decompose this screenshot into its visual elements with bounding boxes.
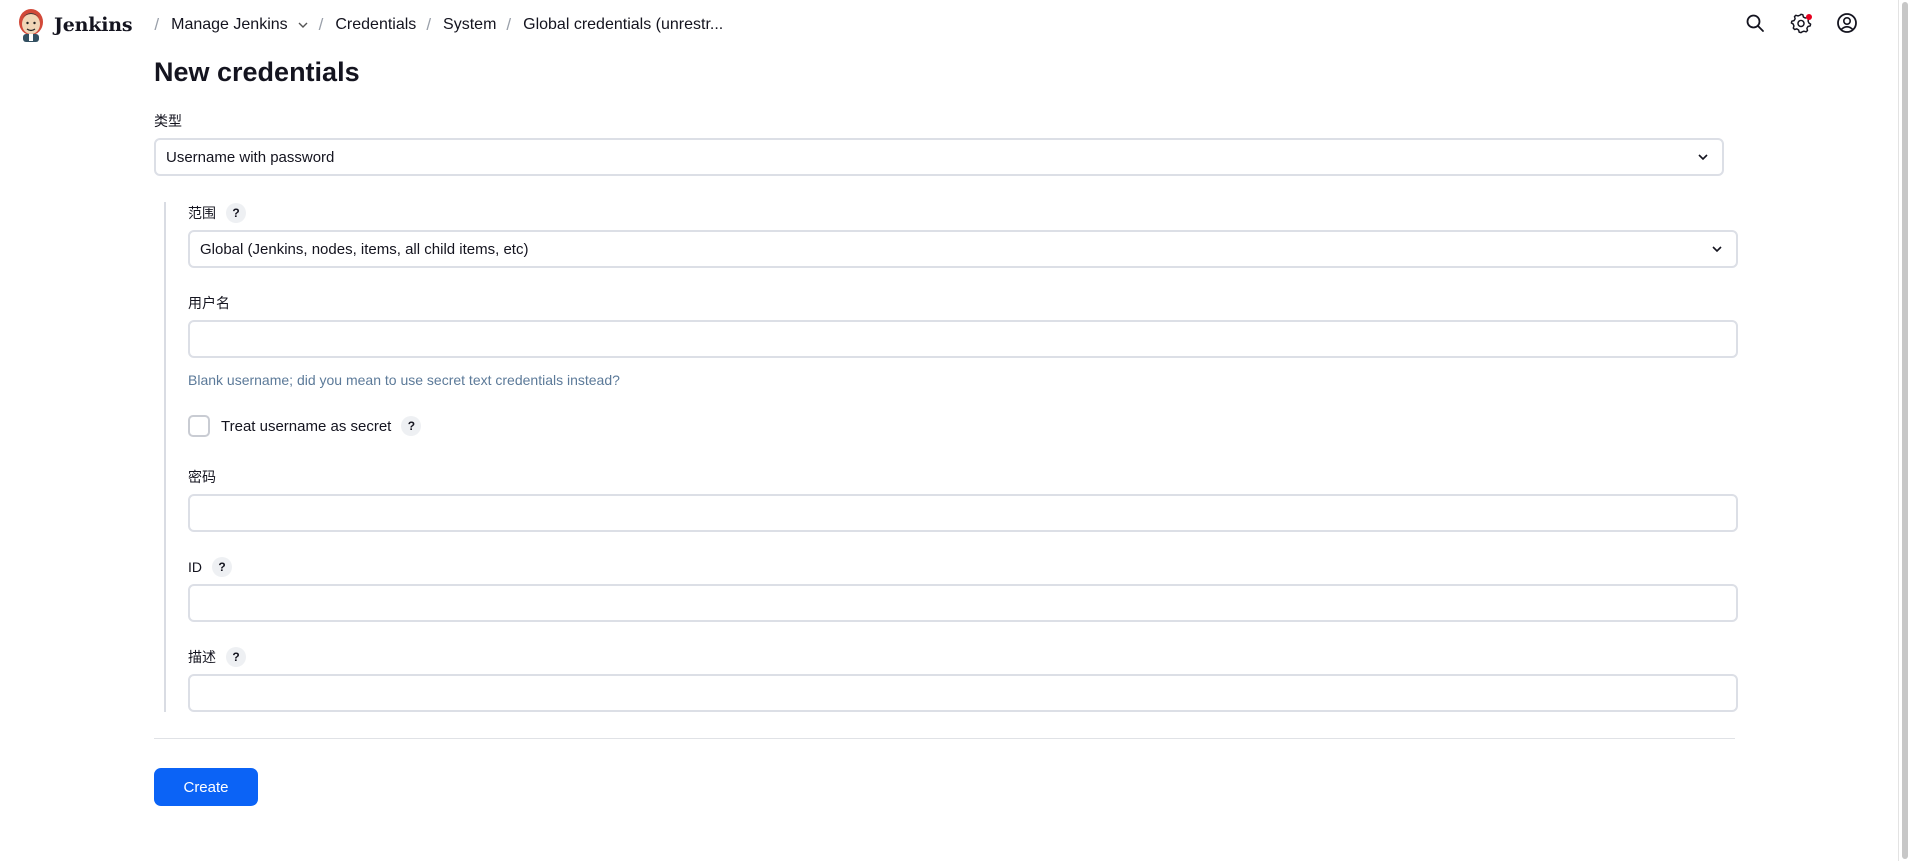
password-label-text: 密码 bbox=[188, 469, 216, 485]
description-label-text: 描述 bbox=[188, 649, 216, 665]
password-field: 密码 bbox=[188, 466, 1738, 532]
password-input[interactable] bbox=[188, 494, 1738, 532]
scope-label: 范围 ? bbox=[188, 202, 1738, 224]
id-input[interactable] bbox=[188, 584, 1738, 622]
breadcrumb-separator: / bbox=[154, 15, 160, 34]
kind-label: 类型 bbox=[154, 110, 1734, 132]
search-button[interactable] bbox=[1732, 2, 1778, 48]
header-actions bbox=[1732, 0, 1870, 50]
user-account-icon bbox=[1836, 12, 1858, 39]
password-label: 密码 bbox=[188, 466, 1738, 488]
username-field: 用户名 Blank username; did you mean to use … bbox=[188, 292, 1738, 388]
scope-select[interactable]: Global (Jenkins, nodes, items, all child… bbox=[188, 230, 1738, 268]
jenkins-logo-icon bbox=[16, 6, 46, 44]
form-divider bbox=[154, 738, 1735, 739]
top-header: Jenkins / Manage Jenkins / Credentials /… bbox=[0, 0, 1898, 50]
treat-username-secret-checkbox[interactable] bbox=[188, 415, 210, 437]
main-content: New credentials 类型 Username with passwor… bbox=[154, 52, 1738, 806]
username-input[interactable] bbox=[188, 320, 1738, 358]
description-field: 描述 ? bbox=[188, 646, 1738, 712]
scope-field: 范围 ? Global (Jenkins, nodes, items, all … bbox=[188, 202, 1738, 268]
treat-username-secret-label[interactable]: Treat username as secret bbox=[221, 418, 391, 435]
id-help-button[interactable]: ? bbox=[212, 557, 232, 577]
treat-username-secret-help-button[interactable]: ? bbox=[401, 416, 422, 436]
description-input[interactable] bbox=[188, 674, 1738, 712]
username-label: 用户名 bbox=[188, 292, 1738, 314]
user-account-button[interactable] bbox=[1824, 2, 1870, 48]
kind-field: 类型 Username with password bbox=[154, 110, 1734, 176]
credential-details-section: 范围 ? Global (Jenkins, nodes, items, all … bbox=[164, 202, 1738, 712]
kind-select[interactable]: Username with password bbox=[154, 138, 1724, 176]
id-label-text: ID bbox=[188, 559, 202, 575]
description-help-button[interactable]: ? bbox=[226, 647, 246, 667]
chevron-down-icon bbox=[1710, 242, 1724, 256]
search-icon bbox=[1745, 13, 1765, 38]
breadcrumb-global-credentials[interactable]: Global credentials (unrestr... bbox=[523, 16, 723, 34]
breadcrumb-separator: / bbox=[506, 15, 512, 34]
id-label: ID ? bbox=[188, 556, 1738, 578]
breadcrumb: / Manage Jenkins / Credentials / System … bbox=[144, 15, 723, 35]
scope-label-text: 范围 bbox=[188, 205, 216, 221]
chevron-down-icon bbox=[1696, 150, 1710, 164]
breadcrumb-manage-jenkins[interactable]: Manage Jenkins bbox=[171, 16, 309, 34]
username-label-text: 用户名 bbox=[188, 295, 230, 311]
breadcrumb-system[interactable]: System bbox=[443, 16, 496, 34]
create-button[interactable]: Create bbox=[154, 768, 258, 806]
kind-select-value: Username with password bbox=[166, 148, 335, 166]
username-hint: Blank username; did you mean to use secr… bbox=[188, 372, 620, 388]
id-field: ID ? bbox=[188, 556, 1738, 622]
page-title: New credentials bbox=[154, 57, 360, 87]
page-scrollbar[interactable] bbox=[1898, 0, 1911, 861]
description-label: 描述 ? bbox=[188, 646, 1738, 668]
breadcrumb-separator: / bbox=[426, 15, 432, 34]
kind-label-text: 类型 bbox=[154, 113, 182, 129]
jenkins-home-link[interactable]: Jenkins bbox=[16, 6, 133, 44]
scope-help-button[interactable]: ? bbox=[226, 203, 246, 223]
breadcrumb-label: Manage Jenkins bbox=[171, 16, 288, 33]
manage-jenkins-button[interactable] bbox=[1778, 2, 1824, 48]
brand-name: Jenkins bbox=[54, 14, 133, 36]
treat-username-secret-row: Treat username as secret ? bbox=[188, 414, 1738, 438]
breadcrumb-separator: / bbox=[318, 15, 324, 34]
chevron-down-icon[interactable] bbox=[297, 19, 309, 31]
scrollbar-thumb[interactable] bbox=[1902, 2, 1908, 859]
breadcrumb-credentials[interactable]: Credentials bbox=[335, 16, 416, 34]
scope-select-value: Global (Jenkins, nodes, items, all child… bbox=[200, 240, 529, 258]
notification-dot bbox=[1806, 14, 1812, 20]
